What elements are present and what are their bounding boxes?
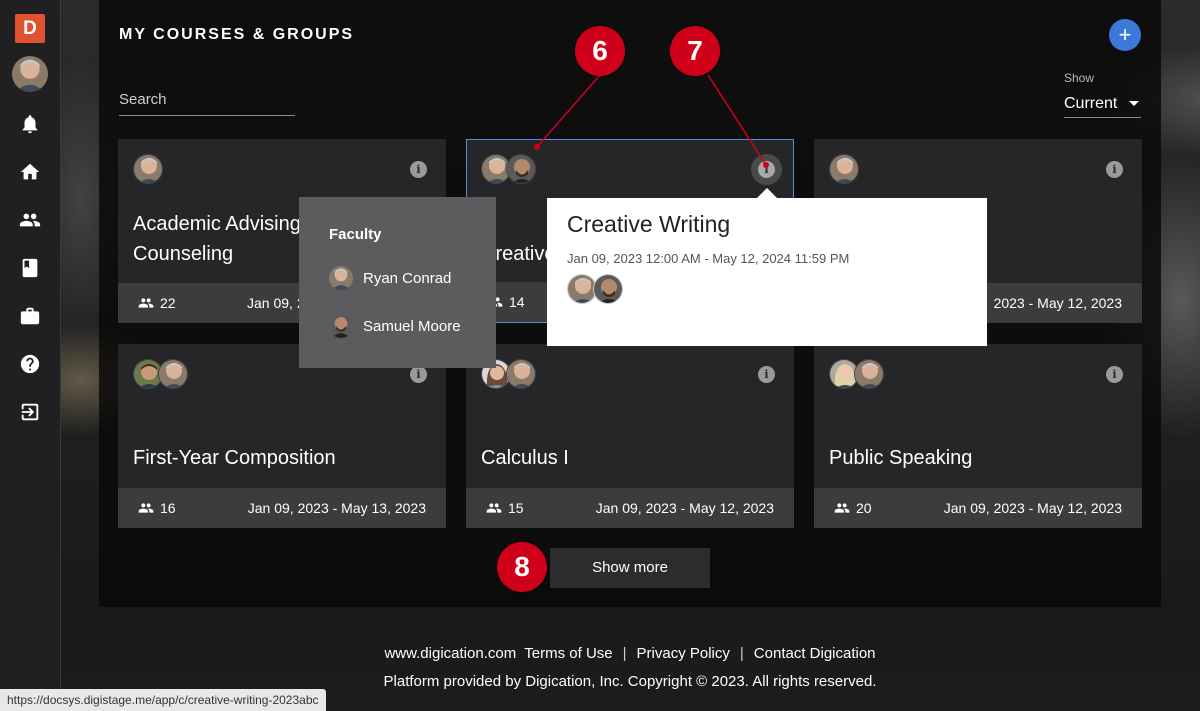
- course-title: Calculus I: [481, 447, 569, 469]
- faculty-member-name: Ryan Conrad: [363, 269, 452, 287]
- course-title: First-Year Composition: [133, 447, 336, 469]
- faculty-member-name: Samuel Moore: [363, 317, 461, 335]
- annotation-marker: 7: [670, 26, 720, 76]
- chevron-down-icon: [1129, 101, 1140, 106]
- course-card[interactable]: i Public Speaking 20 Jan 09, 2023 - May …: [814, 344, 1142, 528]
- avatar: [329, 266, 353, 290]
- footer-link-website[interactable]: www.digication.com: [384, 645, 516, 662]
- show-filter-label: Show: [1064, 71, 1095, 85]
- member-count-value: 22: [160, 295, 176, 311]
- card-avatars: [133, 154, 163, 184]
- course-dates: Jan 09, 2: [247, 295, 305, 311]
- home-icon[interactable]: [18, 160, 42, 184]
- avatar: [506, 154, 536, 184]
- course-dates: Jan 09, 2023 - May 13, 2023: [247, 500, 426, 516]
- search-input[interactable]: [119, 84, 295, 114]
- briefcase-icon[interactable]: [18, 304, 42, 328]
- search-box: [119, 84, 295, 116]
- footer-copyright: Platform provided by Digication, Inc. Co…: [383, 673, 877, 690]
- avatar: [329, 314, 353, 338]
- page-title: MY COURSES & GROUPS: [119, 26, 355, 43]
- member-count-value: 20: [856, 500, 872, 516]
- course-card[interactable]: i First-Year Composition 16 Jan 09, 2023…: [118, 344, 446, 528]
- show-filter-value: Current: [1064, 94, 1118, 112]
- avatar: [829, 154, 859, 184]
- footer-link-terms[interactable]: Terms of Use: [524, 645, 612, 662]
- card-footer: 16 Jan 09, 2023 - May 13, 2023: [118, 488, 446, 528]
- avatar: [854, 359, 884, 389]
- info-icon[interactable]: i: [410, 366, 427, 383]
- annotation-marker: 6: [575, 26, 625, 76]
- people-icon: [486, 503, 502, 513]
- course-dates: Jan 09, 2023 - May 12, 2023: [943, 500, 1122, 516]
- show-filter-select[interactable]: Current: [1064, 90, 1141, 118]
- sidebar: D: [0, 0, 61, 711]
- avatar[interactable]: [593, 274, 623, 304]
- logout-icon[interactable]: [18, 400, 42, 424]
- member-count: 16: [138, 500, 176, 516]
- info-popup-arrow: [757, 188, 777, 198]
- info-icon[interactable]: i: [758, 161, 775, 178]
- people-icon: [138, 298, 154, 308]
- info-popup-title: Creative Writing: [567, 211, 731, 237]
- info-icon[interactable]: i: [410, 161, 427, 178]
- avatar: [158, 359, 188, 389]
- avatar: [506, 359, 536, 389]
- info-icon[interactable]: i: [758, 366, 775, 383]
- member-count-value: 14: [509, 294, 525, 310]
- member-count: 22: [138, 295, 176, 311]
- card-footer: 20 Jan 09, 2023 - May 12, 2023: [814, 488, 1142, 528]
- faculty-member[interactable]: Samuel Moore: [329, 314, 461, 338]
- book-icon[interactable]: [18, 256, 42, 280]
- people-icon: [834, 503, 850, 513]
- member-count-value: 15: [508, 500, 524, 516]
- people-icon[interactable]: [18, 208, 42, 232]
- footer-links: www.digication.com Terms of Use | Privacy …: [0, 645, 1200, 662]
- course-title: Public Speaking: [829, 447, 973, 469]
- info-icon[interactable]: i: [1106, 366, 1123, 383]
- footer-separator: |: [622, 645, 627, 662]
- faculty-popup: Faculty Ryan Conrad Samuel Moore: [299, 197, 496, 368]
- avatar: [133, 154, 163, 184]
- people-icon: [138, 503, 154, 513]
- course-card[interactable]: i Calculus I 15 Jan 09, 2023 - May 12, 2…: [466, 344, 794, 528]
- card-avatars: [481, 154, 536, 184]
- info-icon[interactable]: i: [1106, 161, 1123, 178]
- user-avatar[interactable]: [12, 56, 48, 92]
- help-icon[interactable]: [18, 352, 42, 376]
- course-dates: Jan 09, 2023 - May 12, 2023: [595, 500, 774, 516]
- info-popup-dates: Jan 09, 2023 12:00 AM - May 12, 2024 11:…: [567, 251, 850, 266]
- bell-icon[interactable]: [18, 112, 42, 136]
- status-bar-url: https://docsys.digistage.me/app/c/creati…: [0, 689, 326, 711]
- card-avatars: [829, 359, 884, 389]
- faculty-popup-title: Faculty: [329, 226, 382, 243]
- member-count-value: 16: [160, 500, 176, 516]
- card-avatars: [829, 154, 859, 184]
- faculty-member[interactable]: Ryan Conrad: [329, 266, 451, 290]
- annotation-marker: 8: [497, 542, 547, 592]
- show-more-button[interactable]: Show more: [550, 548, 710, 588]
- footer-separator: |: [739, 645, 744, 662]
- footer-link-contact[interactable]: Contact Digication: [754, 645, 876, 662]
- info-popup-avatars: [567, 274, 623, 304]
- add-course-button[interactable]: +: [1109, 19, 1141, 51]
- member-count: 20: [834, 500, 872, 516]
- course-dates: 2023 - May 12, 2023: [993, 295, 1122, 311]
- course-info-popup: Creative Writing Jan 09, 2023 12:00 AM -…: [547, 198, 987, 346]
- card-avatars: [133, 359, 188, 389]
- app-logo[interactable]: D: [15, 14, 45, 43]
- member-count: 15: [486, 500, 524, 516]
- footer-link-privacy[interactable]: Privacy Policy: [637, 645, 730, 662]
- card-footer: 15 Jan 09, 2023 - May 12, 2023: [466, 488, 794, 528]
